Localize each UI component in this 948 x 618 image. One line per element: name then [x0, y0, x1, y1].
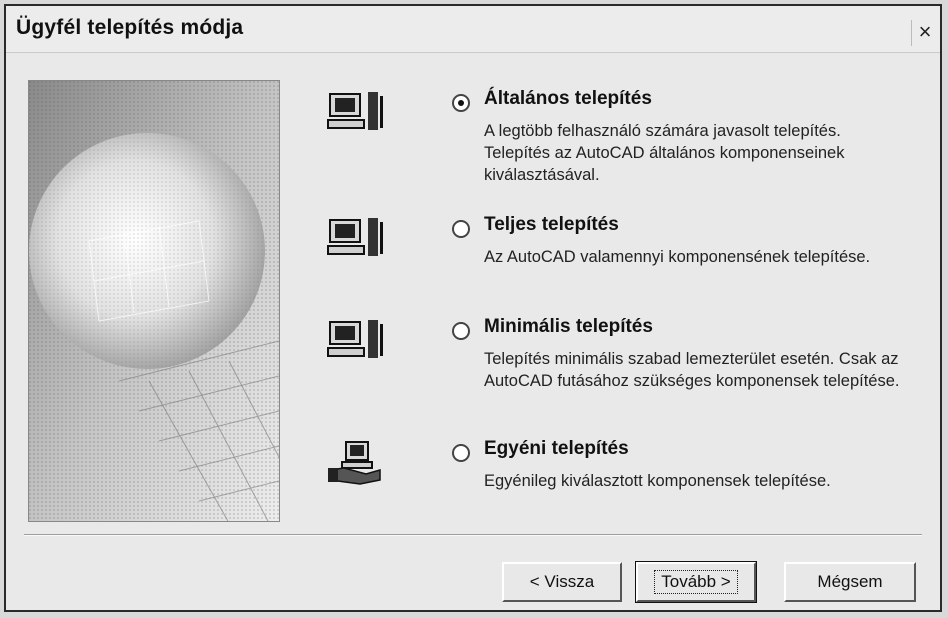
radio-general[interactable] — [452, 94, 470, 112]
back-button-label: < Vissza — [529, 572, 595, 591]
next-button[interactable]: Tovább > — [635, 561, 757, 603]
globe-illustration — [29, 81, 279, 521]
option-minimal-label: Minimális telepítés — [484, 316, 653, 337]
option-full-label: Teljes telepítés — [484, 214, 619, 235]
option-custom-description: Egyénileg kiválasztott komponensek telep… — [484, 472, 831, 490]
cancel-button-label: Mégsem — [817, 572, 883, 591]
computer-icon — [326, 90, 386, 140]
title-divider — [6, 52, 940, 53]
back-button[interactable]: < Vissza — [502, 562, 622, 602]
radio-minimal[interactable] — [452, 322, 470, 340]
option-full-description: Az AutoCAD valamennyi komponensének tele… — [484, 248, 871, 266]
computer-icon — [326, 216, 386, 266]
radio-custom[interactable] — [452, 444, 470, 462]
computer-icon — [326, 318, 386, 368]
option-custom-label: Egyéni telepítés — [484, 438, 629, 459]
cancel-button[interactable]: Mégsem — [784, 562, 916, 602]
radio-full[interactable] — [452, 220, 470, 238]
button-divider — [24, 534, 922, 536]
option-general-label: Általános telepítés — [484, 88, 652, 109]
setup-dialog: Ügyfél telepítés módja × Általános telep… — [4, 4, 942, 612]
option-minimal-description: Telepítés minimális szabad lemezterület … — [484, 350, 900, 390]
hand-computer-icon — [326, 440, 386, 490]
close-button[interactable]: × — [911, 20, 938, 46]
title-bar: Ügyfél telepítés módja × — [6, 6, 940, 52]
option-general-description: A legtöbb felhasználó számára javasolt t… — [484, 122, 845, 184]
setup-side-image — [28, 80, 280, 522]
dialog-title: Ügyfél telepítés módja — [16, 16, 244, 39]
next-button-label: Tovább > — [654, 570, 738, 594]
